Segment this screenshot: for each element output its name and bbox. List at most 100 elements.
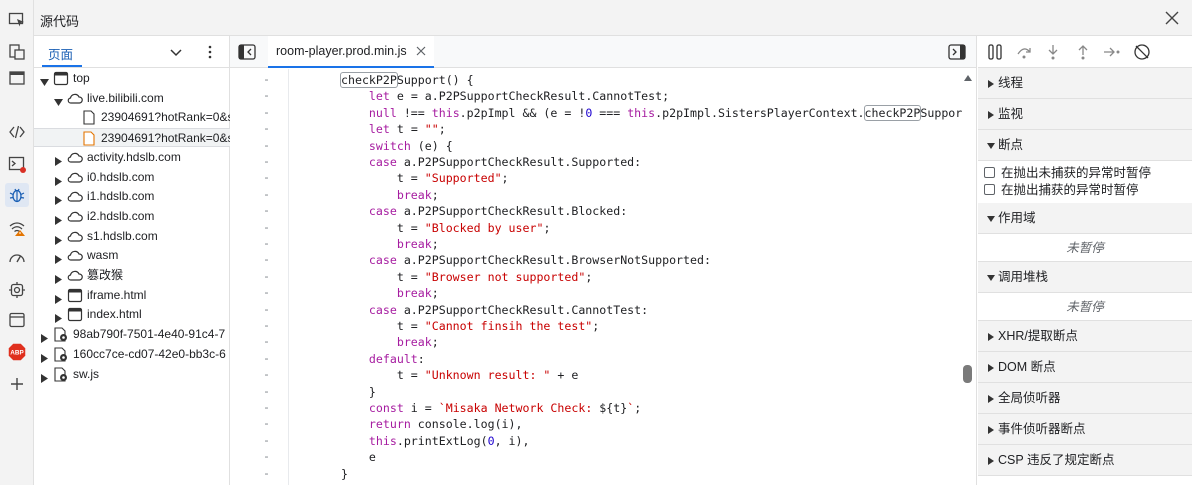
tree-item[interactable]: s1.hdslb.com — [34, 227, 230, 246]
pause-uncaught-checkbox[interactable]: 在抛出未捕获的异常时暂停 — [984, 164, 1151, 182]
scope-pane-header[interactable]: 作用域 — [978, 203, 1192, 234]
tree-item[interactable]: index.html — [34, 305, 230, 324]
window-icon[interactable] — [5, 66, 29, 90]
scroll-thumb[interactable] — [963, 365, 972, 383]
collapsed-arrow-icon[interactable] — [54, 271, 63, 284]
sources-bug-icon[interactable] — [5, 183, 29, 207]
gutter-marker[interactable]: - — [263, 384, 271, 398]
collapsed-arrow-icon[interactable] — [54, 192, 63, 206]
performance-icon[interactable] — [5, 246, 29, 270]
call-stack-pane-header[interactable]: 调用堆栈 — [978, 262, 1192, 293]
collapsed-arrow-icon[interactable] — [54, 251, 63, 265]
console-icon[interactable] — [5, 152, 29, 176]
tab-page[interactable]: 页面 — [48, 44, 73, 63]
application-icon[interactable] — [5, 308, 29, 332]
gutter-marker[interactable]: - — [263, 88, 271, 102]
collapsed-arrow-icon[interactable] — [40, 330, 49, 344]
collapsed-arrow-icon[interactable] — [40, 370, 49, 383]
code-area[interactable]: - checkP2PSupport() {- let e = a.P2PSuppo… — [230, 69, 963, 485]
settings-gear-icon[interactable] — [5, 278, 29, 302]
vertical-scrollbar[interactable] — [962, 69, 974, 485]
elements-icon[interactable] — [5, 120, 29, 144]
collapsed-arrow-icon[interactable] — [54, 153, 63, 166]
gutter-marker[interactable]: - — [263, 433, 271, 447]
gutter-marker[interactable]: - — [263, 105, 271, 119]
file-tab[interactable]: room-player.prod.min.js — [268, 36, 434, 68]
tree-item[interactable]: activity.hdslb.com — [34, 148, 230, 167]
tree-item[interactable]: 23904691?hotRank=0&s — [34, 128, 230, 148]
chevron-down-icon[interactable] — [168, 44, 184, 60]
gutter-marker[interactable]: - — [263, 170, 271, 184]
step-over-icon[interactable] — [1015, 43, 1033, 61]
step-out-icon[interactable] — [1074, 43, 1092, 61]
tree-item[interactable]: sw.js — [34, 365, 230, 384]
close-tab-icon[interactable] — [416, 46, 426, 56]
tree-item[interactable]: top — [34, 69, 230, 88]
collapsed-arrow-icon[interactable] — [54, 173, 63, 186]
checkbox-box[interactable] — [984, 167, 995, 178]
tree-item[interactable]: 160cc7ce-cd07-42e0-bb3c-6 — [34, 345, 230, 364]
collapsed-arrow-icon[interactable] — [54, 310, 63, 324]
expanded-arrow-icon[interactable] — [54, 94, 63, 106]
gutter-marker[interactable]: - — [263, 154, 271, 168]
watch-pane-header[interactable]: 监视 — [978, 99, 1192, 130]
collapsed-arrow-icon[interactable] — [40, 350, 49, 363]
tree-item[interactable]: iframe.html — [34, 286, 230, 305]
code-line: break; — [341, 236, 439, 252]
threads-pane-header[interactable]: 线程 — [978, 68, 1192, 99]
abp-icon[interactable]: ABP — [5, 340, 29, 364]
gutter-marker[interactable]: - — [263, 203, 271, 217]
gutter-marker[interactable]: - — [263, 285, 271, 299]
csp-breakpoints-header[interactable]: CSP 违反了规定断点 — [978, 445, 1192, 476]
tree-item[interactable]: 篡改猴 — [34, 266, 230, 285]
gutter-marker[interactable]: - — [263, 220, 271, 234]
gutter-marker[interactable]: - — [263, 269, 271, 283]
network-warning-icon[interactable] — [5, 216, 29, 240]
global-listeners-header[interactable]: 全局侦听器 — [978, 383, 1192, 414]
collapsed-arrow-icon[interactable] — [54, 291, 63, 304]
pause-icon[interactable] — [986, 43, 1004, 61]
breakpoints-pane-header[interactable]: 断点 — [978, 130, 1192, 161]
more-options-icon[interactable] — [202, 44, 218, 60]
dom-breakpoints-header[interactable]: DOM 断点 — [978, 352, 1192, 383]
tree-item[interactable]: live.bilibili.com — [34, 89, 230, 108]
pause-caught-checkbox[interactable]: 在抛出捕获的异常时暂停 — [984, 181, 1139, 199]
deactivate-breakpoints-icon[interactable] — [1133, 43, 1151, 61]
inspect-icon[interactable] — [5, 8, 29, 32]
gutter-marker[interactable]: - — [263, 302, 271, 316]
device-icon[interactable] — [5, 40, 29, 64]
gutter-marker[interactable]: - — [263, 449, 271, 463]
collapsed-arrow-icon[interactable] — [54, 232, 63, 245]
gutter-marker[interactable]: - — [263, 367, 271, 381]
gutter-marker[interactable]: - — [263, 72, 271, 86]
tree-item[interactable]: 98ab790f-7501-4e40-91c4-7 — [34, 325, 230, 344]
toggle-navigator-icon[interactable] — [238, 44, 256, 60]
toggle-debugger-icon[interactable] — [948, 44, 966, 60]
add-icon[interactable] — [5, 372, 29, 396]
step-icon[interactable] — [1103, 43, 1121, 61]
gutter-marker[interactable]: - — [263, 318, 271, 332]
gutter-marker[interactable]: - — [263, 187, 271, 201]
gutter-marker[interactable]: - — [263, 252, 271, 266]
gutter-marker[interactable]: - — [263, 236, 271, 250]
close-icon[interactable] — [1162, 8, 1182, 28]
collapsed-arrow-icon[interactable] — [54, 212, 63, 225]
checkbox-box[interactable] — [984, 184, 995, 195]
gutter-marker[interactable]: - — [263, 138, 271, 152]
scroll-up-icon[interactable] — [964, 75, 972, 81]
tree-item[interactable]: i0.hdslb.com — [34, 168, 230, 187]
tree-item[interactable]: 23904691?hotRank=0&s — [34, 108, 230, 127]
tree-item[interactable]: i2.hdslb.com — [34, 207, 230, 226]
gutter-marker[interactable]: - — [263, 416, 271, 430]
gutter-marker[interactable]: - — [263, 466, 271, 480]
gutter-marker[interactable]: - — [263, 400, 271, 414]
gutter-marker[interactable]: - — [263, 121, 271, 135]
tree-item[interactable]: i1.hdslb.com — [34, 187, 230, 206]
expanded-arrow-icon[interactable] — [40, 74, 49, 86]
event-listener-breakpoints-header[interactable]: 事件侦听器断点 — [978, 414, 1192, 445]
step-into-icon[interactable] — [1044, 43, 1062, 61]
xhr-breakpoints-header[interactable]: XHR/提取断点 — [978, 321, 1192, 352]
gutter-marker[interactable]: - — [263, 351, 271, 365]
gutter-marker[interactable]: - — [263, 334, 271, 348]
tree-item[interactable]: wasm — [34, 246, 230, 265]
